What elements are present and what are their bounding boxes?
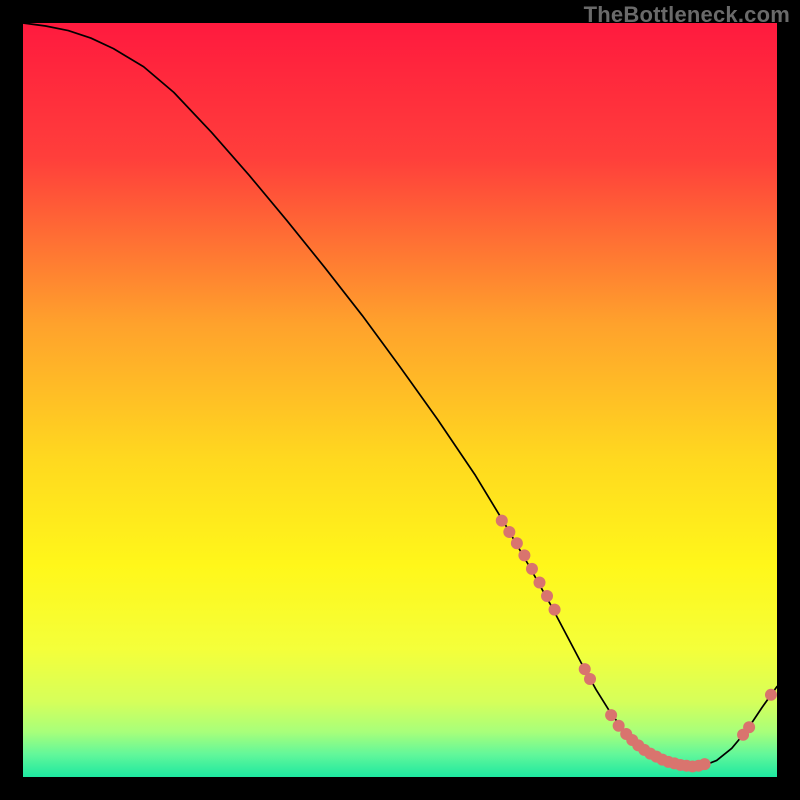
- data-point-marker: [533, 576, 545, 588]
- data-point-marker: [605, 709, 617, 721]
- data-point-marker: [526, 563, 538, 575]
- data-point-marker: [699, 758, 711, 770]
- bottleneck-curve: [23, 23, 777, 768]
- data-point-marker: [765, 689, 777, 701]
- curve-layer: [23, 23, 777, 777]
- watermark-label: TheBottleneck.com: [584, 2, 790, 28]
- data-point-marker: [503, 526, 515, 538]
- chart-frame: TheBottleneck.com: [0, 0, 800, 800]
- data-point-marker: [541, 590, 553, 602]
- data-point-marker: [549, 604, 561, 616]
- data-point-marker: [511, 537, 523, 549]
- data-point-marker: [743, 721, 755, 733]
- data-point-marker: [496, 515, 508, 527]
- data-point-marker: [518, 549, 530, 561]
- data-point-marker: [584, 673, 596, 685]
